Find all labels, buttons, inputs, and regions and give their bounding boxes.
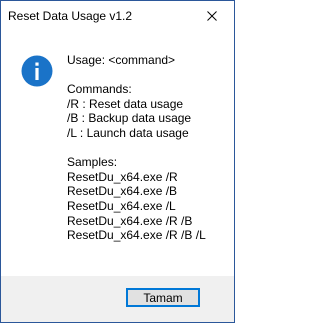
sample-line: ResetDu_x64.exe /R /B /L (67, 228, 206, 243)
message-content: Usage: <command> Commands: /R : Reset da… (1, 31, 234, 276)
command-line: /L : Launch data usage (67, 125, 189, 140)
sample-line: ResetDu_x64.exe /R (67, 169, 178, 184)
info-icon (21, 55, 53, 87)
message-text: Usage: <command> Commands: /R : Reset da… (67, 53, 232, 243)
usage-line: Usage: <command> (67, 53, 176, 67)
ok-button[interactable]: Tamam (126, 288, 200, 307)
message-box-window: Reset Data Usage v1.2 Usage: <command> C… (0, 0, 235, 323)
title-bar[interactable]: Reset Data Usage v1.2 (1, 1, 234, 31)
commands-header: Commands: (67, 82, 132, 97)
window-title: Reset Data Usage v1.2 (8, 9, 133, 23)
sample-line: ResetDu_x64.exe /R /B (67, 213, 193, 228)
sample-line: ResetDu_x64.exe /B (67, 184, 178, 199)
sample-line: ResetDu_x64.exe /L (67, 198, 176, 213)
close-icon (207, 11, 217, 21)
command-line: /R : Reset data usage (67, 96, 184, 111)
samples-header: Samples: (67, 155, 118, 170)
button-bar: Tamam (1, 276, 234, 322)
close-button[interactable] (190, 1, 234, 31)
command-line: /B : Backup data usage (67, 111, 192, 126)
